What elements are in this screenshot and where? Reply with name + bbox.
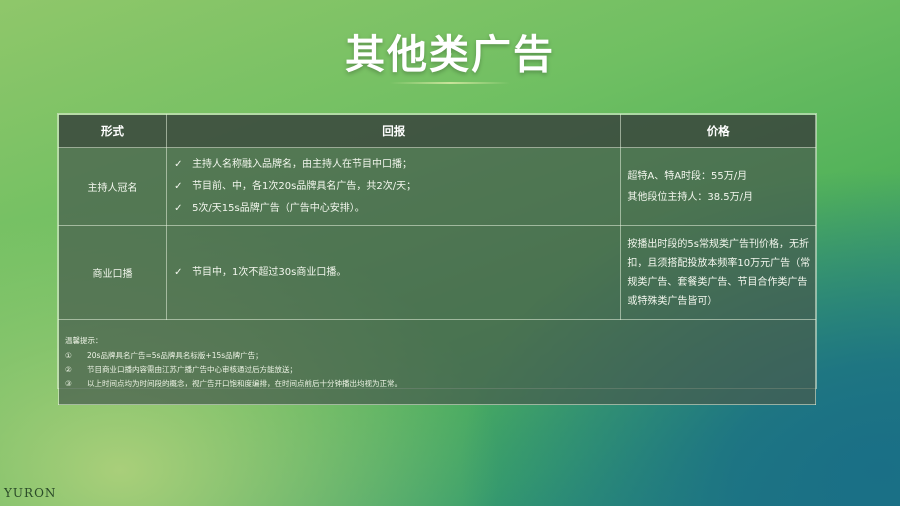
form-cell: 商业口播 [57, 225, 168, 320]
check-icon: ✓ [174, 158, 183, 170]
notes-title: 温馨提示： [65, 335, 103, 345]
price-line: 超特A、特A时段：55万/月 [627, 170, 748, 182]
note-item: ② 节目商业口播内容需由江苏广播广告中心审核通过后方能放送； [65, 364, 297, 374]
page-title: 其他类广告 [345, 32, 555, 78]
check-icon: ✓ [174, 266, 183, 278]
header-form: 形式 [57, 114, 168, 148]
price-cell: 按播出时段的5s常规类广告刊价格，无折扣，且须搭配投放本频率10万元广告（常规类… [620, 225, 816, 320]
check-icon: ✓ [174, 180, 183, 192]
notes-row: 温馨提示： ① 20s品牌具名广告=5s品牌具名标版+15s品牌广告； ② 节目商业… [58, 319, 816, 405]
list-item: ✓ 节目中，1次不超过30s商业口播。 [174, 262, 619, 284]
price-line: 其他段位主持人：38.5万/月 [627, 191, 754, 203]
note-item: ① 20s品牌具名广告=5s品牌具名标版+15s品牌广告； [65, 350, 263, 360]
form-cell: 主持人冠名 [57, 147, 168, 226]
list-item: ✓ 5次/天15s品牌广告（广告中心安排）。 [174, 198, 619, 220]
title-underline [390, 82, 510, 84]
ad-pricing-table: 形式 回报 价格 主持人冠名 ✓ 主持人名称融入品牌名，由主持人在节目中口播； ✓… [57, 113, 817, 405]
check-icon: ✓ [174, 202, 183, 214]
list-item: ✓ 主持人名称融入品牌名，由主持人在节目中口播； [174, 154, 619, 176]
notes-cell: 温馨提示： ① 20s品牌具名广告=5s品牌具名标版+15s品牌广告； ② 节目商业… [58, 319, 816, 405]
list-item: ✓ 节目前、中，各1次20s品牌具名广告，共2次/天； [174, 176, 619, 198]
header-price: 价格 [620, 114, 816, 148]
returns-cell: ✓ 主持人名称融入品牌名，由主持人在节目中口播； ✓ 节目前、中，各1次20s品牌具… [166, 147, 622, 226]
table-header-row: 形式 回报 价格 [57, 114, 816, 148]
returns-cell: ✓ 节目中，1次不超过30s商业口播。 [166, 225, 622, 320]
table-row: 主持人冠名 ✓ 主持人名称融入品牌名，由主持人在节目中口播； ✓ 节目前、中，各1次… [57, 147, 816, 226]
table-row: 商业口播 ✓ 节目中，1次不超过30s商业口播。 按播出时段的5s常规类广告刊价格… [57, 225, 816, 320]
header-returns: 回报 [166, 114, 622, 148]
note-item: ③ 以上时间点均为时间段的概念，视广告开口饱和度编排，在时间点前后十分钟播出均视为… [65, 378, 402, 388]
brand-logo-text: YURON [4, 486, 57, 500]
price-line: 按播出时段的5s常规类广告刊价格，无折扣，且须搭配投放本频率10万元广告（常规类… [627, 238, 811, 307]
price-cell: 超特A、特A时段：55万/月 其他段位主持人：38.5万/月 [620, 147, 816, 226]
